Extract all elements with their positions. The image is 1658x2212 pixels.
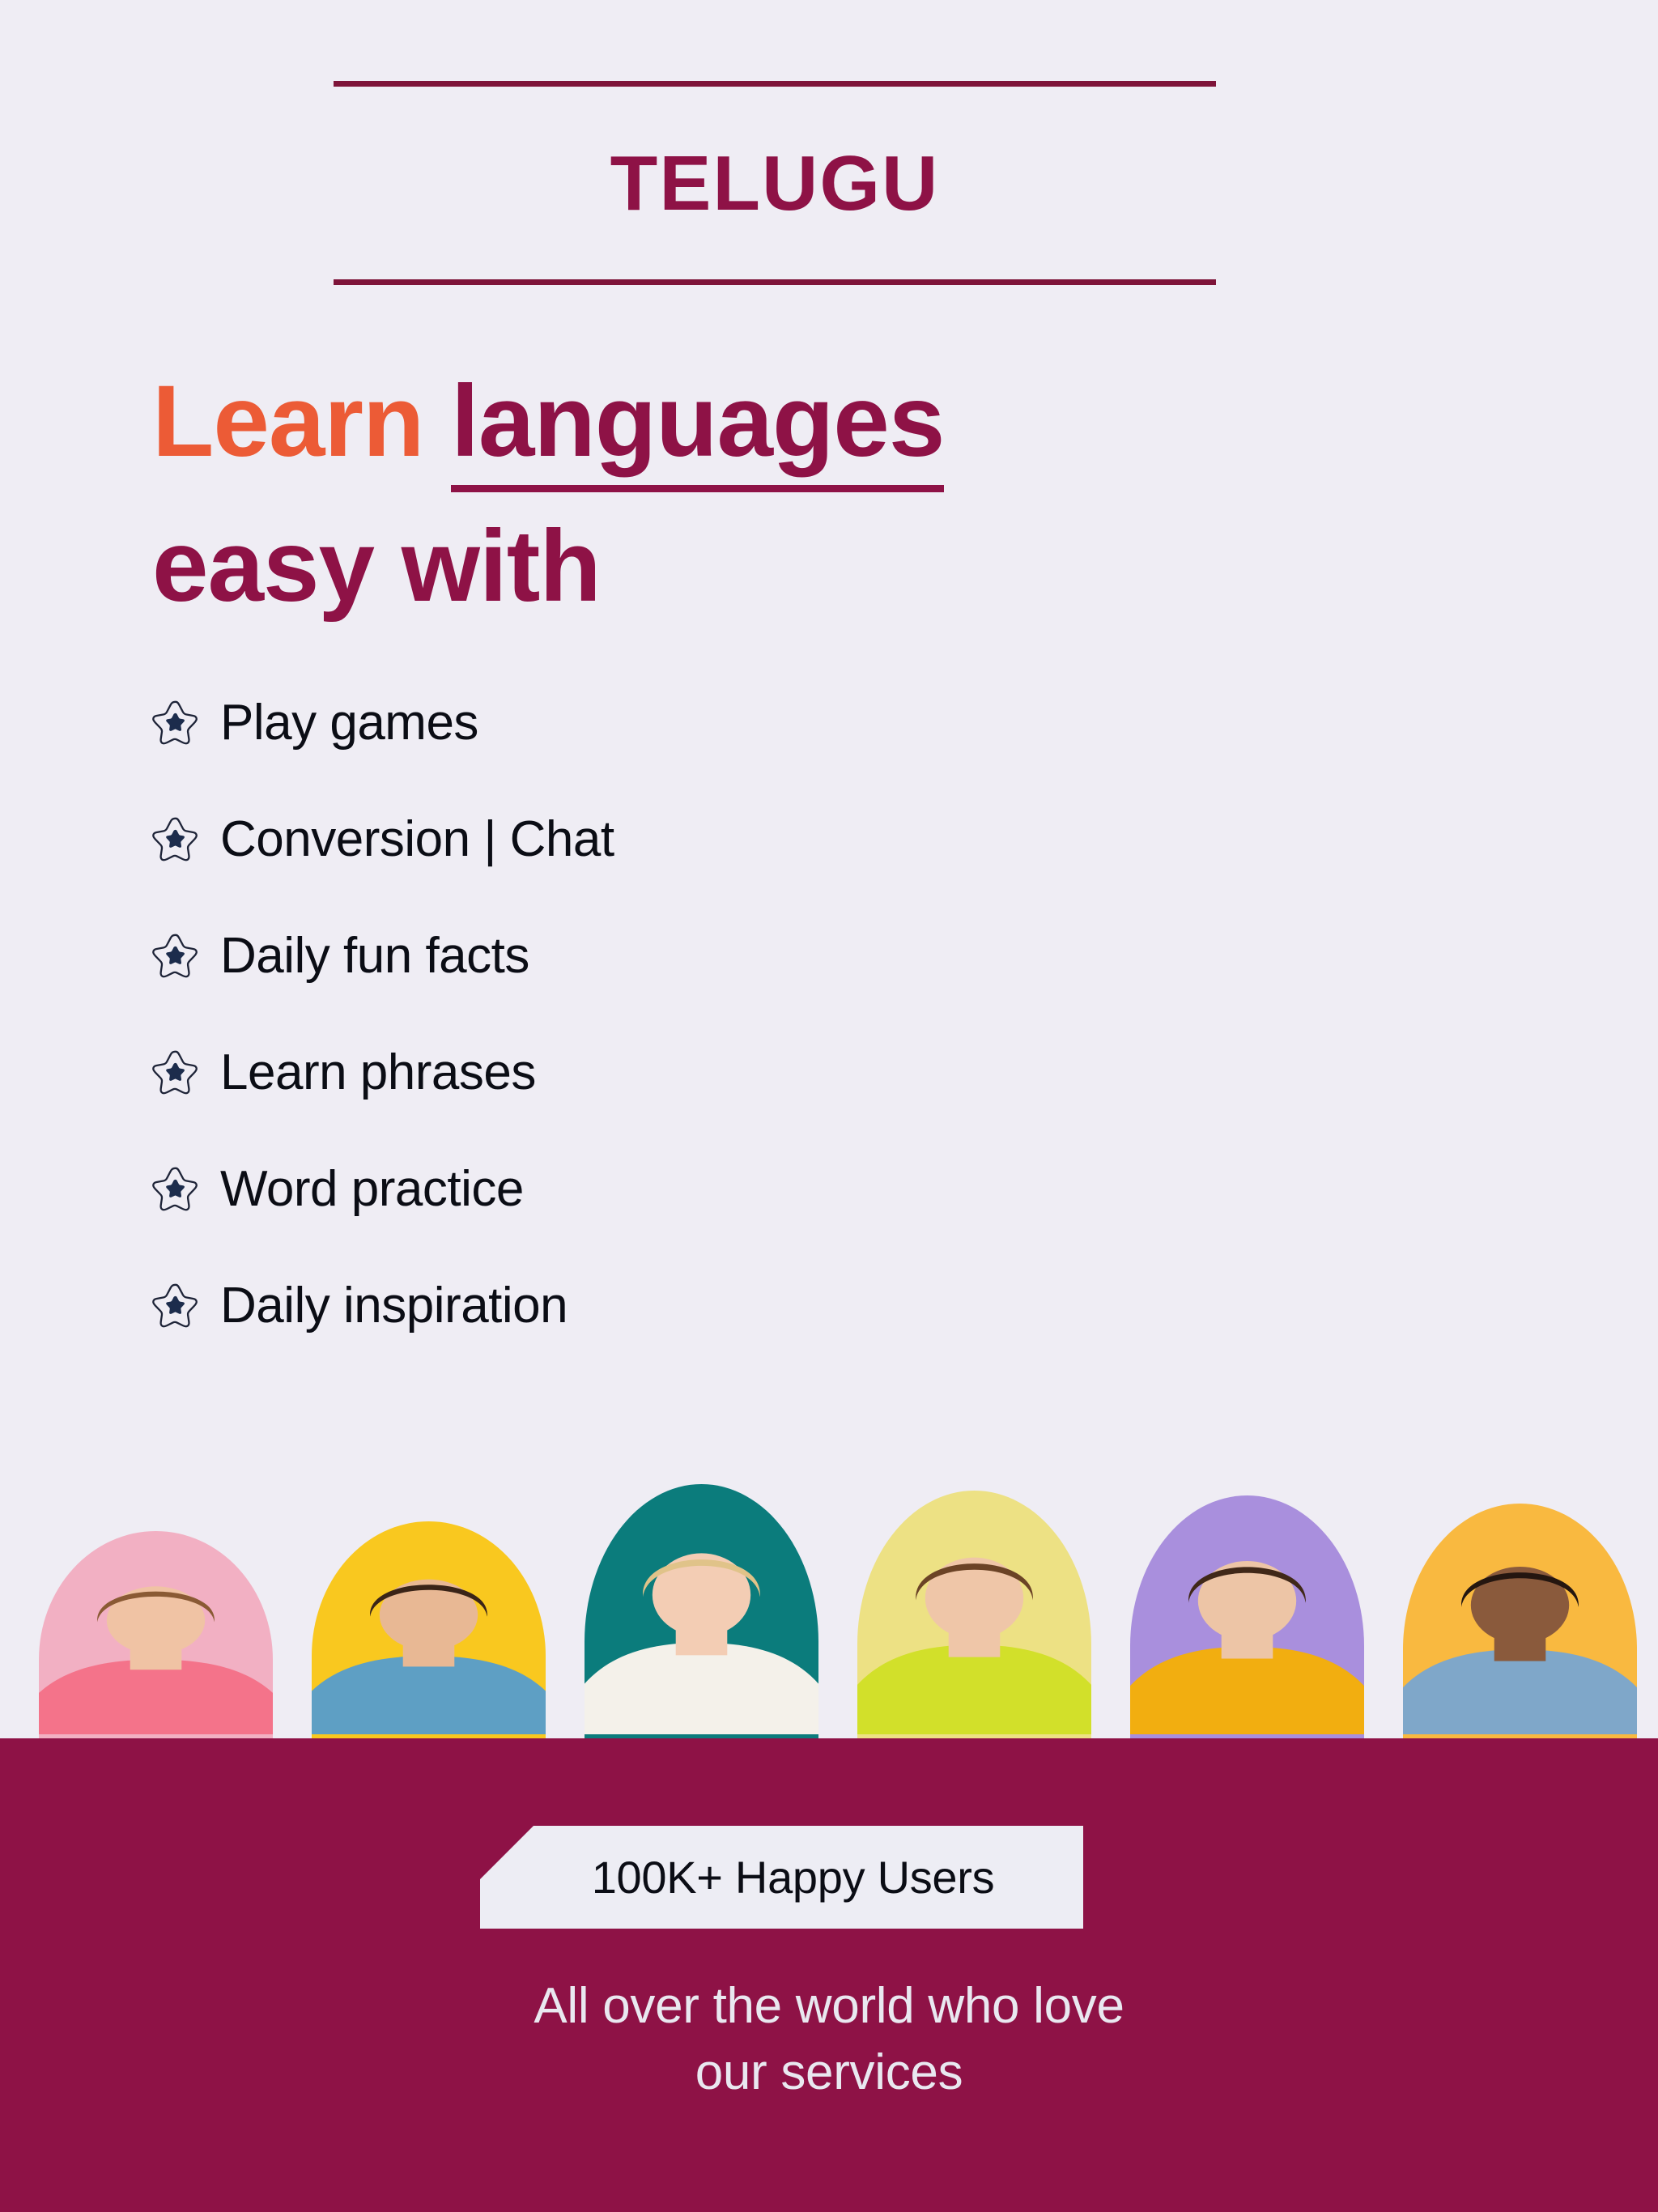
avatar-6 xyxy=(1403,1504,1637,1738)
feature-item-label: Conversion | Chat xyxy=(220,811,614,867)
page-title: TELUGU xyxy=(610,140,940,227)
feature-item: Conversion | Chat xyxy=(151,806,1122,873)
avatar-4 xyxy=(857,1491,1091,1738)
avatar-portrait xyxy=(312,1556,546,1738)
badge-shape: 100K+ Happy Users xyxy=(480,1826,1083,1929)
feature-item-label: Learn phrases xyxy=(220,1044,536,1100)
avatar-portrait xyxy=(585,1526,818,1738)
bottom-band: 100K+ Happy Users All over the world who… xyxy=(0,1738,1658,2212)
avatar-portrait xyxy=(1130,1535,1364,1738)
avatar-1 xyxy=(39,1531,273,1738)
happy-users-badge: 100K+ Happy Users xyxy=(480,1826,1083,1929)
feature-item: Daily fun facts xyxy=(151,923,1122,989)
feature-item: Play games xyxy=(151,690,1122,756)
avatar-3 xyxy=(585,1484,818,1738)
feature-item: Learn phrases xyxy=(151,1040,1122,1106)
band-tagline-line-2: our services xyxy=(695,2044,963,2100)
headline: Learn languages easy with xyxy=(152,365,1367,623)
feature-item: Daily inspiration xyxy=(151,1273,1122,1339)
feature-item-label: Word practice xyxy=(220,1161,524,1217)
star-icon xyxy=(151,815,201,865)
headline-word-languages: languages xyxy=(451,365,945,492)
headline-word-learn: Learn xyxy=(152,365,452,478)
feature-item: Word practice xyxy=(151,1156,1122,1223)
avatar-5 xyxy=(1130,1495,1364,1738)
feature-item-label: Play games xyxy=(220,695,478,751)
star-icon xyxy=(151,1164,201,1214)
star-icon xyxy=(151,1281,201,1331)
avatar-row xyxy=(0,1453,1658,1738)
avatar-portrait xyxy=(857,1531,1091,1738)
header-rule-top xyxy=(334,81,1216,87)
star-icon xyxy=(151,931,201,981)
band-tagline-line-1: All over the world who love xyxy=(534,1978,1124,2034)
avatar-2 xyxy=(312,1521,546,1738)
band-tagline: All over the world who love our services xyxy=(0,1973,1658,2106)
badge-label: 100K+ Happy Users xyxy=(591,1851,995,1903)
avatar-portrait xyxy=(39,1564,273,1738)
star-icon xyxy=(151,1048,201,1098)
feature-item-label: Daily inspiration xyxy=(220,1278,568,1334)
header-block: TELUGU xyxy=(334,81,1216,285)
headline-line-2: easy with xyxy=(152,510,602,623)
feature-list: Play games Conversion | Chat Daily fun fac… xyxy=(151,690,1122,1339)
avatar-portrait xyxy=(1403,1542,1637,1738)
star-icon xyxy=(151,698,201,748)
poster-root: TELUGU Learn languages easy with Play ga… xyxy=(0,0,1658,2212)
header-rule-bottom xyxy=(334,279,1216,285)
headline-line-1: Learn languages xyxy=(152,365,1367,492)
feature-item-label: Daily fun facts xyxy=(220,928,529,984)
